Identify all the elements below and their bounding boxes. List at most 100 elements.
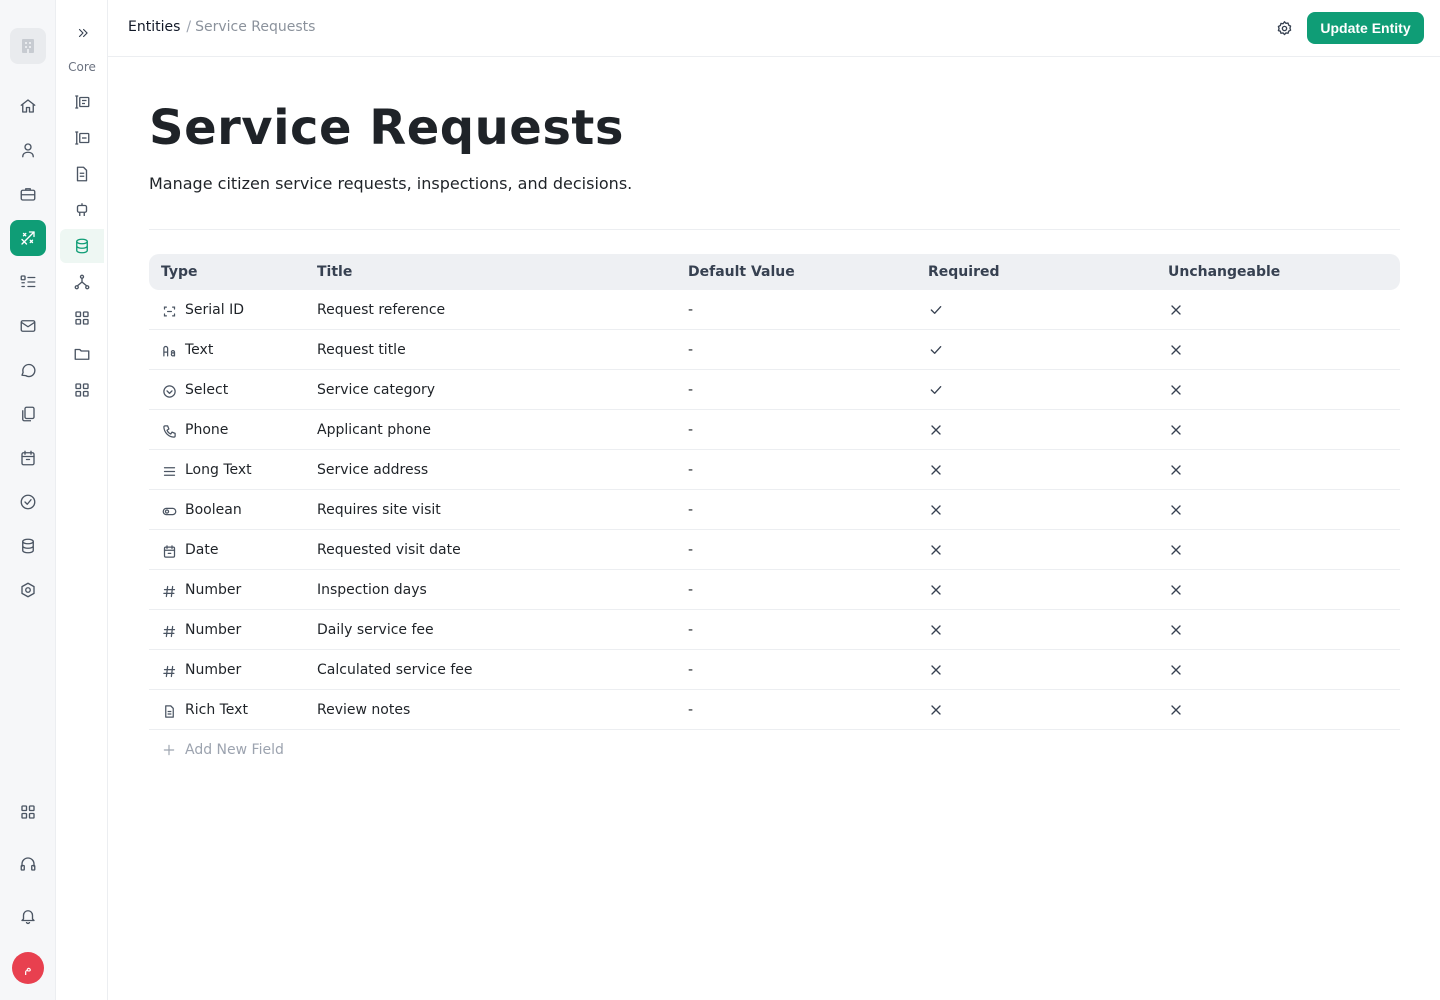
breadcrumb-entities-link[interactable]: Entities [128,19,180,35]
dashboard-icon[interactable] [60,301,104,335]
table-row[interactable]: Serial ID Request reference - [149,290,1400,330]
number-icon [161,663,177,679]
unchangeable-cross-icon [1168,462,1184,478]
required-check-icon [928,302,944,318]
table-row[interactable]: Select Service category - [149,370,1400,410]
chat-icon[interactable] [10,352,46,388]
headset-icon[interactable] [10,846,46,882]
field-title: Review notes [317,702,411,718]
builder-tools-icon[interactable] [10,220,46,256]
entities-database-icon[interactable] [60,229,104,263]
field-type: Select [185,382,229,398]
required-cross-icon [928,502,944,518]
field-type: Number [185,662,242,678]
unchangeable-cross-icon [1168,702,1184,718]
table-row[interactable]: Boolean Requires site visit - [149,490,1400,530]
check-circle-icon[interactable] [10,484,46,520]
table-row[interactable]: Date Requested visit date - [149,530,1400,570]
required-check-icon [928,382,944,398]
column-header-required[interactable]: Required [928,264,999,280]
unchangeable-cross-icon [1168,342,1184,358]
workspace-logo-icon[interactable] [10,28,46,64]
settings-gear-icon[interactable] [1272,16,1296,40]
unchangeable-cross-icon [1168,422,1184,438]
unchangeable-cross-icon [1168,302,1184,318]
field-title: Inspection days [317,582,427,598]
required-cross-icon [928,582,944,598]
column-header-title[interactable]: Title [317,264,352,280]
form-layout-icon[interactable] [60,85,104,119]
avatar[interactable]: م [12,952,44,984]
add-new-field-label: Add New Field [185,742,284,758]
table-row[interactable]: Number Daily service fee - [149,610,1400,650]
column-header-type[interactable]: Type [161,264,198,280]
update-entity-button[interactable]: Update Entity [1307,12,1424,44]
hexagon-settings-icon[interactable] [10,572,46,608]
unchangeable-cross-icon [1168,662,1184,678]
divider [149,229,1400,230]
long-text-icon [161,463,177,479]
table-row[interactable]: Rich Text Review notes - [149,690,1400,730]
required-cross-icon [928,662,944,678]
bell-icon[interactable] [10,898,46,934]
breadcrumb-current: Service Requests [195,19,316,35]
field-type: Date [185,542,219,558]
calendar-icon[interactable] [10,440,46,476]
breadcrumb-separator: / [186,19,192,35]
file-text-icon[interactable] [60,157,104,191]
required-cross-icon [928,702,944,718]
required-cross-icon [928,542,944,558]
table-row[interactable]: Phone Applicant phone - [149,410,1400,450]
database-icon[interactable] [10,528,46,564]
field-title: Daily service fee [317,622,434,638]
phone-icon [161,423,177,439]
select-icon [161,383,177,399]
field-type: Text [185,342,214,358]
briefcase-icon[interactable] [10,176,46,212]
field-default-value: - [688,502,694,518]
table-row[interactable]: Long Text Service address - [149,450,1400,490]
field-default-value: - [688,302,694,318]
field-title: Applicant phone [317,422,432,438]
apps-grid-icon[interactable] [10,794,46,830]
field-type: Serial ID [185,302,244,318]
workflow-icon[interactable] [60,265,104,299]
robot-icon[interactable] [60,193,104,227]
field-default-value: - [688,462,694,478]
unchangeable-cross-icon [1168,502,1184,518]
home-icon[interactable] [10,88,46,124]
table-row[interactable]: Number Inspection days - [149,570,1400,610]
field-default-value: - [688,382,694,398]
unchangeable-cross-icon [1168,542,1184,558]
add-new-field-button[interactable]: Add New Field [162,742,284,758]
documents-icon[interactable] [10,396,46,432]
mail-icon[interactable] [10,308,46,344]
table-row[interactable]: Text Request title - [149,330,1400,370]
field-title: Service address [317,462,429,478]
required-check-icon [928,342,944,358]
primary-sidebar: م [0,0,56,1000]
form-layout-alt-icon[interactable] [60,121,104,155]
avatar-glyph-icon: م [24,961,32,975]
field-default-value: - [688,422,694,438]
field-title: Request reference [317,302,446,318]
field-title: Service category [317,382,436,398]
column-header-unchangeable[interactable]: Unchangeable [1168,264,1280,280]
widgets-icon[interactable] [60,373,104,407]
field-type: Rich Text [185,702,248,718]
column-header-default-value[interactable]: Default Value [688,264,795,280]
field-default-value: - [688,582,694,598]
user-icon[interactable] [10,132,46,168]
field-title: Requires site visit [317,502,441,518]
unchangeable-cross-icon [1168,622,1184,638]
table-row[interactable]: Number Calculated service fee - [149,650,1400,690]
date-icon [161,543,177,559]
list-icon[interactable] [10,264,46,300]
folder-icon[interactable] [60,337,104,371]
expand-sidebar-icon[interactable] [70,20,96,46]
field-title: Calculated service fee [317,662,473,678]
plus-icon [163,744,175,756]
page-description: Manage citizen service requests, inspect… [149,174,633,193]
field-default-value: - [688,542,694,558]
section-label: Core [68,60,96,74]
